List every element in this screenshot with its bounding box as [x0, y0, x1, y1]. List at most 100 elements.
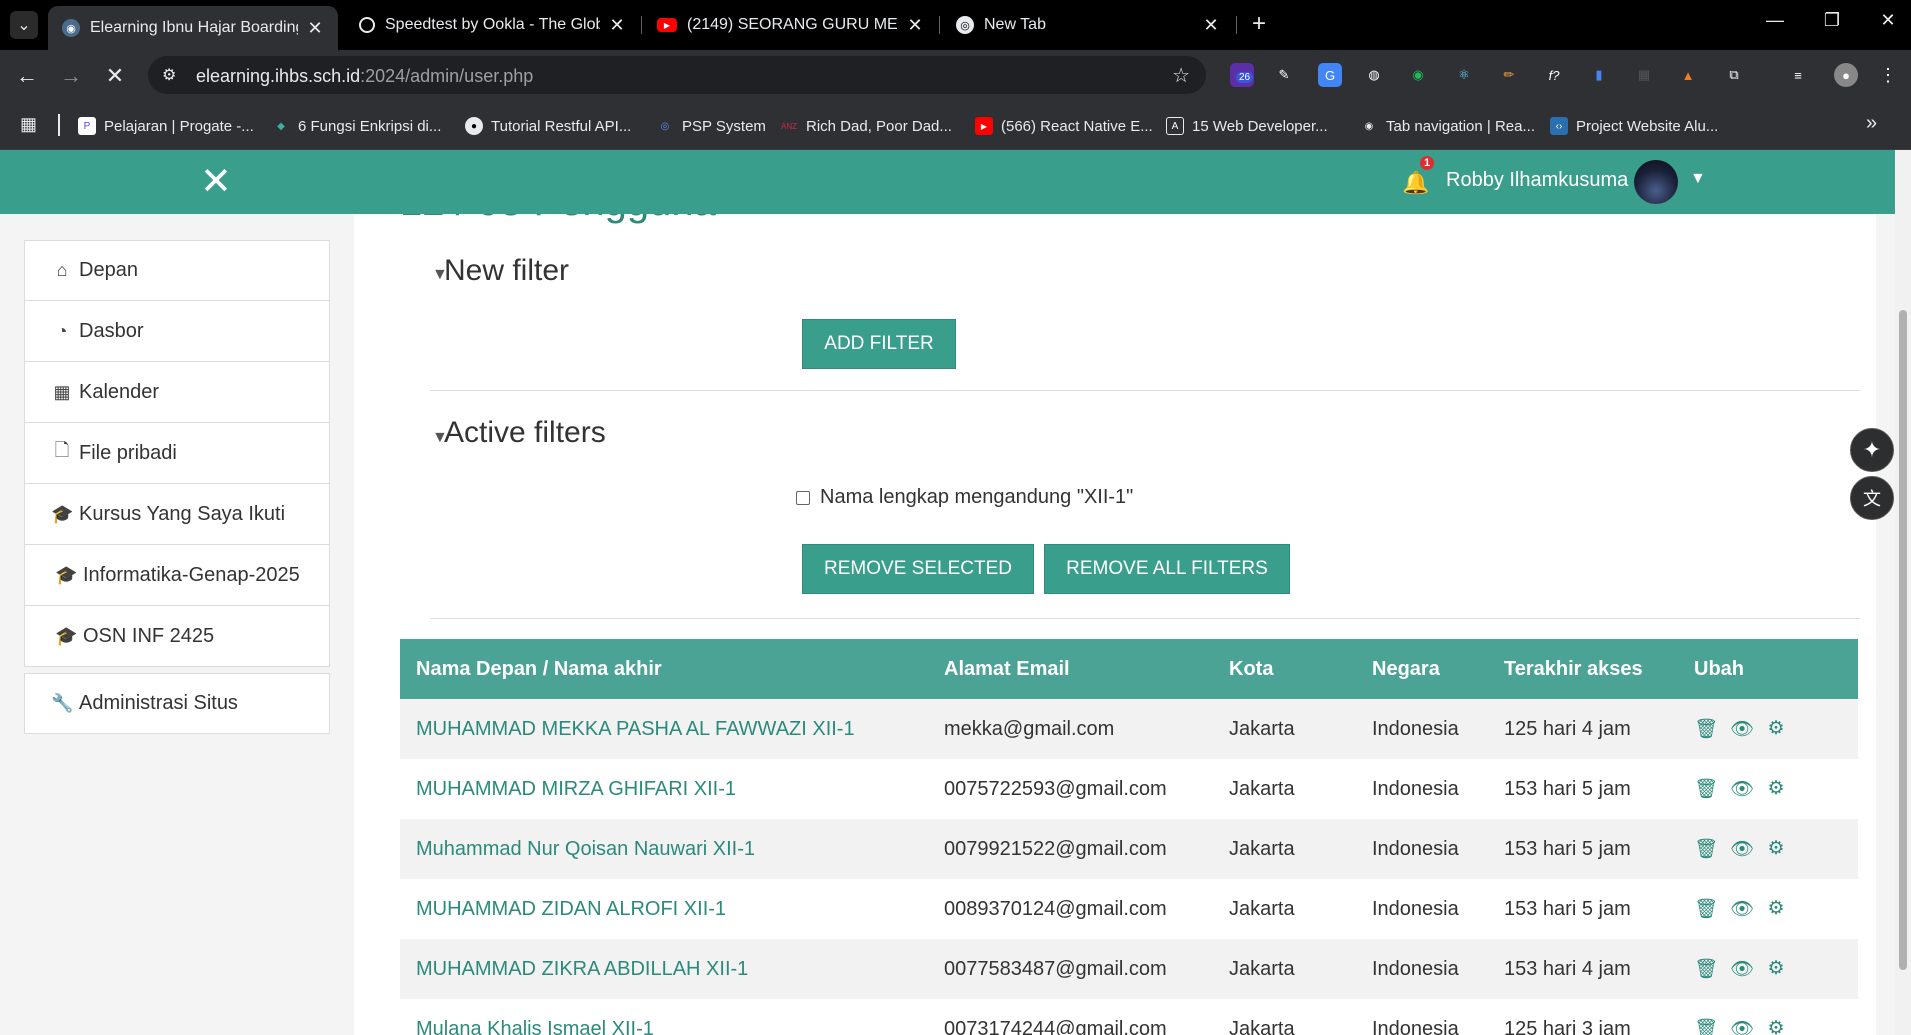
scrollbar-thumb[interactable]	[1899, 310, 1907, 970]
sidebar-item-kalender[interactable]: ▦ Kalender	[24, 362, 330, 423]
bookmark-item[interactable]: ◆ 6 Fungsi Enkripsi di...	[272, 114, 441, 138]
col-name-header[interactable]: Nama Depan / Nama akhir	[400, 658, 928, 681]
react-devtools-icon[interactable]: ⚛	[1452, 63, 1476, 87]
caret-down-icon[interactable]: ▼	[1690, 170, 1706, 188]
close-icon[interactable]: ✕	[608, 15, 626, 36]
docs-icon[interactable]: ▮	[1587, 63, 1611, 87]
col-city-header[interactable]: Kota	[1213, 658, 1356, 681]
bookmark-item[interactable]: ◉ Tab navigation | Rea...	[1360, 114, 1535, 138]
stop-loading-button[interactable]: ✕	[100, 61, 130, 91]
user-name-link[interactable]: Mulana Khalis Ismael XII-1	[416, 1018, 654, 1035]
more-bookmarks-icon[interactable]: »	[1866, 112, 1877, 135]
trash-icon[interactable]: 🗑	[1694, 957, 1718, 981]
gear-icon[interactable]: ⚙	[1766, 777, 1786, 801]
divider	[430, 618, 1860, 619]
restore-button[interactable]: ❐	[1812, 10, 1852, 31]
trash-icon[interactable]: 🗑	[1694, 897, 1718, 921]
last-access-cell: 153 hari 5 jam	[1488, 838, 1678, 861]
sidebar-item-depan[interactable]: ⌂ Depan	[24, 240, 330, 301]
gear-icon[interactable]: ⚙	[1766, 1017, 1786, 1035]
bookmark-item[interactable]: A 15 Web Developer...	[1166, 114, 1328, 138]
close-icon[interactable]: ✕	[306, 18, 324, 39]
table-row: MUHAMMAD MEKKA PASHA AL FAWWAZI XII-1 mek…	[400, 699, 1858, 759]
gear-icon[interactable]: ⚙	[1766, 897, 1786, 921]
chatgpt-icon[interactable]: ◍	[1362, 63, 1386, 87]
trash-icon[interactable]: 🗑	[1694, 1017, 1718, 1035]
col-last-access-header[interactable]: Terakhir akses	[1488, 658, 1678, 681]
bookmark-item[interactable]: ● Tutorial Restful API...	[465, 114, 631, 138]
sidebar-item-informatika[interactable]: 🎓 Informatika-Genap-2025	[24, 545, 330, 606]
profile-icon[interactable]: ●	[1834, 63, 1858, 87]
filter-checkbox[interactable]	[796, 490, 810, 505]
forward-button[interactable]: →	[56, 61, 86, 91]
trash-icon[interactable]: 🗑	[1694, 837, 1718, 861]
sidebar-item-osn[interactable]: 🎓 OSN INF 2425	[24, 606, 330, 667]
site-settings-icon[interactable]: ⚙	[162, 65, 176, 85]
tab-newtab[interactable]: ◎ New Tab ✕	[942, 6, 1234, 44]
country-cell: Indonesia	[1356, 1018, 1488, 1035]
tab-speedtest[interactable]: Speedtest by Ookla - The Globa ✕	[345, 6, 640, 44]
apps-grid-icon[interactable]: ▦	[20, 114, 37, 135]
remove-all-filters-button[interactable]: REMOVE ALL FILTERS	[1044, 544, 1290, 594]
minimize-button[interactable]: —	[1755, 10, 1795, 31]
active-filters-title[interactable]: Active filters	[444, 416, 606, 450]
vpn-eye-icon[interactable]: ◉	[1406, 63, 1430, 87]
close-icon[interactable]: ✕	[906, 15, 924, 36]
bookmark-item[interactable]: ▶ (566) React Native E...	[975, 114, 1153, 138]
tab-youtube[interactable]: ▶ (2149) SEORANG GURU MEMBA ✕	[643, 6, 938, 44]
tab-elearning[interactable]: ◉ Elearning Ibnu Hajar Boarding S ✕	[48, 6, 338, 50]
eye-icon[interactable]: 👁	[1730, 957, 1754, 981]
bookmark-star-icon[interactable]: ☆	[1172, 63, 1190, 88]
close-drawer-icon[interactable]: ✕	[200, 160, 232, 204]
bookmark-item[interactable]: ‹› Project Website Alu...	[1550, 114, 1718, 138]
eye-icon[interactable]: 👁	[1730, 1017, 1754, 1035]
tab-search-button[interactable]: ⌄	[10, 11, 38, 39]
bookmark-item[interactable]: ◎ PSP System	[656, 114, 766, 138]
eyedropper-icon[interactable]: ✎	[1272, 63, 1296, 87]
trash-icon[interactable]: 🗑	[1694, 717, 1718, 741]
window-close-button[interactable]: ✕	[1868, 10, 1908, 31]
function-icon[interactable]: f?	[1542, 63, 1566, 87]
menu-dots-icon[interactable]: ⋮	[1876, 63, 1900, 87]
ai-sparkle-icon[interactable]: ✦	[1850, 428, 1894, 472]
user-name[interactable]: Robby Ilhamkusuma	[1446, 169, 1628, 192]
extensions-puzzle-icon[interactable]: ⧉	[1722, 63, 1746, 87]
add-filter-button[interactable]: ADD FILTER	[802, 319, 956, 369]
grid-extension-icon[interactable]: ▦	[1632, 63, 1656, 87]
eye-icon[interactable]: 👁	[1730, 897, 1754, 921]
user-name-link[interactable]: MUHAMMAD ZIKRA ABDILLAH XII-1	[416, 958, 748, 980]
eye-icon[interactable]: 👁	[1730, 777, 1754, 801]
address-bar[interactable]: ⚙ elearning.ihbs.sch.id:2024/admin/user.…	[148, 56, 1206, 94]
gear-icon[interactable]: ⚙	[1766, 837, 1786, 861]
user-name-link[interactable]: Muhammad Nur Qoisan Nauwari XII-1	[416, 838, 755, 860]
back-button[interactable]: ←	[12, 61, 42, 91]
eye-icon[interactable]: 👁	[1730, 837, 1754, 861]
extension-purple-icon[interactable]: 26	[1230, 63, 1254, 87]
media-control-icon[interactable]: ≡	[1786, 63, 1810, 87]
close-icon[interactable]: ✕	[1202, 15, 1220, 36]
translate-icon[interactable]: G	[1318, 63, 1342, 87]
translate-icon[interactable]: 文	[1850, 476, 1894, 520]
gear-icon[interactable]: ⚙	[1766, 957, 1786, 981]
user-name-link[interactable]: MUHAMMAD ZIDAN ALROFI XII-1	[416, 898, 726, 920]
eye-icon[interactable]: 👁	[1730, 717, 1754, 741]
user-name-link[interactable]: MUHAMMAD MIRZA GHIFARI XII-1	[416, 778, 736, 800]
bell-icon[interactable]: 🔔	[1402, 170, 1429, 196]
new-filter-title[interactable]: New filter	[444, 254, 569, 288]
col-country-header[interactable]: Negara	[1356, 658, 1488, 681]
user-name-link[interactable]: MUHAMMAD MEKKA PASHA AL FAWWAZI XII-1	[416, 718, 855, 740]
avatar[interactable]	[1634, 160, 1678, 204]
col-email-header[interactable]: Alamat Email	[928, 658, 1213, 681]
sidebar-item-file-pribadi[interactable]: 🗋 File pribadi	[24, 423, 330, 484]
new-tab-button[interactable]: +	[1244, 10, 1274, 38]
bookmark-item[interactable]: P Pelajaran | Progate -...	[78, 114, 254, 138]
fox-extension-icon[interactable]: ▲	[1676, 63, 1700, 87]
remove-selected-button[interactable]: REMOVE SELECTED	[802, 544, 1034, 594]
bookmark-item[interactable]: ANZ Rich Dad, Poor Dad...	[780, 114, 952, 138]
sidebar-item-dasbor[interactable]: ◔ Dasbor	[24, 301, 330, 362]
gear-icon[interactable]: ⚙	[1766, 717, 1786, 741]
pencil-icon[interactable]: ✏	[1497, 63, 1521, 87]
sidebar-item-administrasi[interactable]: 🔧 Administrasi Situs	[24, 673, 330, 734]
trash-icon[interactable]: 🗑	[1694, 777, 1718, 801]
sidebar-item-kursus[interactable]: 🎓 Kursus Yang Saya Ikuti	[24, 484, 330, 545]
